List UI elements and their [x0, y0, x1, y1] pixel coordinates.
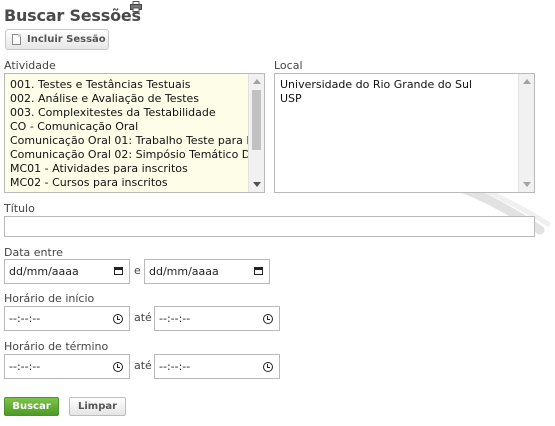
horario-termino-ate-input[interactable]: --:--:-- [154, 354, 280, 379]
local-option[interactable]: Universidade do Rio Grande do Sul [280, 78, 534, 92]
data-separator: e [134, 264, 141, 277]
clock-icon[interactable] [263, 362, 273, 372]
scroll-up-arrow-icon[interactable] [253, 79, 261, 84]
calendar-icon[interactable] [254, 267, 263, 275]
horario-termino-label: Horário de término [4, 340, 109, 353]
clock-icon[interactable] [113, 362, 123, 372]
horario-termino-de-placeholder: --:--:-- [9, 360, 41, 373]
printer-icon[interactable] [130, 1, 142, 12]
titulo-input[interactable] [4, 216, 535, 237]
horario-inicio-label: Horário de início [4, 292, 95, 305]
horario-inicio-de-input[interactable]: --:--:-- [4, 306, 130, 331]
local-option[interactable]: USP [280, 92, 534, 106]
data-entre-label: Data entre [4, 246, 63, 259]
atividade-option[interactable]: Comunicação Oral 02: Simpósio Temático D [10, 148, 264, 162]
horario-termino-separator: até [134, 359, 152, 372]
local-label: Local [274, 59, 303, 72]
data-inicio-placeholder: dd/mm/aaaa [9, 265, 79, 278]
local-listbox[interactable]: Universidade do Rio Grande do Sul USP [274, 73, 535, 193]
horario-termino-ate-placeholder: --:--:-- [159, 360, 191, 373]
atividade-option[interactable]: 001. Testes e Testâncias Testuais [10, 78, 264, 92]
data-fim-input[interactable]: dd/mm/aaaa [144, 259, 270, 284]
horario-inicio-de-placeholder: --:--:-- [9, 312, 41, 325]
page-title: Buscar Sessões [4, 6, 141, 25]
titulo-label: Título [4, 202, 35, 215]
scroll-down-arrow-icon[interactable] [253, 182, 261, 187]
atividade-option[interactable]: MC - Minic [10, 190, 264, 192]
calendar-icon[interactable] [114, 267, 123, 275]
horario-inicio-ate-placeholder: --:--:-- [159, 312, 191, 325]
atividade-scrollbar[interactable] [248, 74, 264, 192]
local-scrollbar[interactable] [518, 74, 534, 192]
atividade-option[interactable]: CO - Comunicação Oral [10, 120, 264, 134]
horario-inicio-ate-input[interactable]: --:--:-- [154, 306, 280, 331]
atividade-option[interactable]: MC02 - Cursos para inscritos [10, 176, 264, 190]
atividade-option[interactable]: 002. Análise e Avaliação de Testes [10, 92, 264, 106]
limpar-button[interactable]: Limpar [69, 397, 126, 416]
atividade-listbox[interactable]: 001. Testes e Testâncias Testuais 002. An… [4, 73, 265, 193]
scroll-down-arrow-icon[interactable] [523, 182, 531, 187]
document-icon [12, 34, 21, 45]
incluir-sessao-button[interactable]: Incluir Sessão [5, 29, 109, 50]
data-inicio-input[interactable]: dd/mm/aaaa [4, 259, 130, 284]
clock-icon[interactable] [113, 314, 123, 324]
scroll-up-arrow-icon[interactable] [523, 79, 531, 84]
buscar-button[interactable]: Buscar [4, 397, 59, 416]
horario-inicio-separator: até [134, 311, 152, 324]
atividade-option[interactable]: MC01 - Atividades para inscritos [10, 162, 264, 176]
atividade-option[interactable]: Comunicação Oral 01: Trabalho Teste para… [10, 134, 264, 148]
incluir-sessao-label: Incluir Sessão [27, 34, 106, 45]
data-fim-placeholder: dd/mm/aaaa [149, 265, 219, 278]
scrollbar-thumb[interactable] [252, 90, 261, 150]
atividade-option[interactable]: 003. Complexitestes da Testabilidade [10, 106, 264, 120]
atividade-label: Atividade [4, 59, 56, 72]
horario-termino-de-input[interactable]: --:--:-- [4, 354, 130, 379]
clock-icon[interactable] [263, 314, 273, 324]
